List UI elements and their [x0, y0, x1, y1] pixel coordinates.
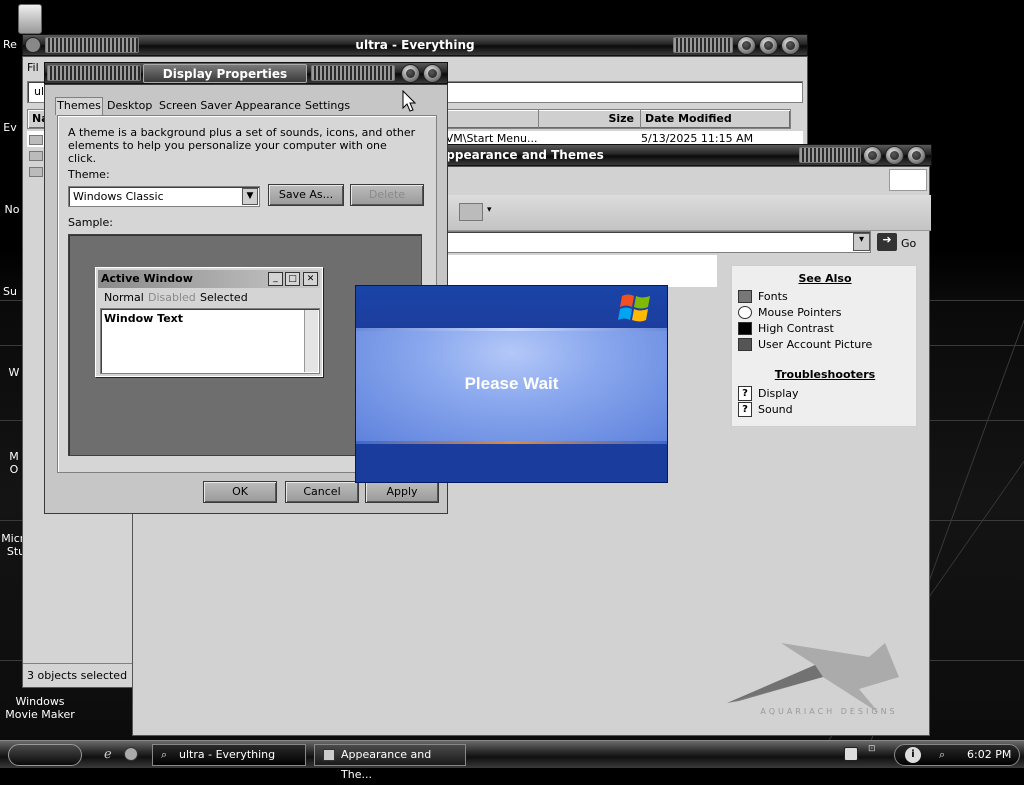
please-wait-dialog: Please Wait [355, 285, 668, 483]
task-appearance[interactable]: Appearance and The... [314, 744, 466, 781]
help-tray-icon[interactable] [844, 747, 858, 761]
sample-label: Sample: [68, 216, 113, 229]
link-user-account-picture[interactable]: User Account Picture [758, 338, 872, 351]
appearance-titlebar[interactable]: Appearance and Themes [380, 144, 932, 166]
tab-themes[interactable]: Themes [55, 97, 103, 115]
help-icon: ? [738, 386, 752, 401]
display-title: Display Properties [162, 66, 288, 81]
col-size[interactable]: Size [538, 110, 638, 128]
grille-decoration [673, 37, 733, 53]
start-button[interactable] [8, 744, 82, 766]
tab-screen-saver[interactable]: Screen Saver [159, 99, 232, 112]
recycle-bin-icon [18, 4, 42, 34]
media-icon[interactable] [124, 747, 138, 761]
tab-appearance[interactable]: Appearance [235, 99, 301, 112]
col-modified[interactable]: Date Modified [640, 110, 790, 128]
mouse-cursor-icon [402, 90, 416, 112]
troubleshooters-title: Troubleshooters [774, 368, 876, 381]
tab-settings[interactable]: Settings [305, 99, 350, 112]
file-icon [29, 151, 43, 161]
theme-select[interactable]: Windows Classic [68, 186, 260, 207]
sidebar: See Also Fonts Mouse Pointers High Contr… [731, 265, 917, 427]
system-tray-clock[interactable]: i ⌕ 6:02 PM [894, 744, 1020, 766]
grille-decoration [45, 37, 139, 53]
everything-titlebar[interactable]: ultra - Everything [22, 34, 808, 56]
go-arrow-icon[interactable]: ➜ [877, 233, 897, 251]
sample-maximize-icon: □ [285, 272, 300, 286]
tab-desktop[interactable]: Desktop [107, 99, 152, 112]
maximize-button[interactable] [759, 36, 778, 55]
ok-button[interactable]: OK [203, 481, 277, 503]
folder-icon [323, 749, 335, 761]
help-button[interactable] [401, 64, 420, 83]
link-mouse-pointers[interactable]: Mouse Pointers [758, 306, 842, 319]
logo-text: AQUARIACH DESIGNS [760, 707, 898, 716]
network-icon[interactable]: ⊡ [868, 745, 880, 763]
desktop-icon-recycle[interactable] [0, 4, 60, 36]
grille-decoration [799, 147, 861, 163]
grille-decoration [311, 65, 395, 81]
please-wait-text: Please Wait [464, 374, 559, 393]
windows-logo-icon [889, 169, 927, 191]
sample-active-window: Active Window _ □ ✕ Normal Disabled Sele… [95, 267, 323, 377]
close-button[interactable] [423, 64, 442, 83]
search-icon [25, 37, 41, 53]
sample-close-icon: ✕ [303, 272, 318, 286]
grille-decoration [47, 65, 141, 81]
taskbar: ℯ ⌕ ultra - Everything Appearance and Th… [0, 740, 1024, 781]
views-dropdown-arrow[interactable]: ▾ [487, 205, 492, 215]
minimize-button[interactable] [737, 36, 756, 55]
cancel-button[interactable]: Cancel [285, 481, 359, 503]
close-button[interactable] [781, 36, 800, 55]
views-icon[interactable] [459, 203, 483, 221]
appearance-title: Appearance and Themes [437, 148, 604, 162]
sample-menu-selected: Selected [200, 291, 248, 304]
link-high-contrast[interactable]: High Contrast [758, 322, 834, 335]
fonts-icon [738, 290, 752, 303]
clock-text: 6:02 PM [967, 748, 1012, 761]
sample-scrollbar [304, 310, 318, 372]
sample-minimize-icon: _ [268, 272, 283, 286]
maximize-button[interactable] [885, 146, 904, 165]
theme-description: A theme is a background plus a set of so… [68, 126, 416, 165]
sample-menu-disabled: Disabled [148, 291, 196, 304]
sample-text-area: Window Text [100, 308, 320, 374]
delete-button: Delete [350, 184, 424, 206]
close-button[interactable] [907, 146, 926, 165]
ie-icon[interactable]: ℯ [104, 747, 120, 763]
please-wait-footer [356, 444, 667, 482]
go-button[interactable]: Go [901, 237, 916, 250]
save-as-button[interactable]: Save As... [268, 184, 344, 206]
task-everything[interactable]: ⌕ ultra - Everything [152, 744, 306, 766]
user-account-icon [738, 338, 752, 351]
status-bar: 3 objects selected [23, 663, 133, 687]
info-icon: i [905, 747, 921, 763]
address-dropdown-button[interactable]: ▾ [853, 233, 870, 251]
search-tray-icon: ⌕ [939, 748, 946, 761]
mouse-icon [738, 306, 752, 319]
high-contrast-icon [738, 322, 752, 335]
file-icon [29, 167, 43, 177]
apply-button[interactable]: Apply [365, 481, 439, 503]
see-also-title: See Also [798, 272, 852, 285]
sample-menu-normal: Normal [104, 291, 144, 304]
display-title-plate: Display Properties [143, 64, 307, 83]
display-properties-titlebar[interactable]: Display Properties [44, 62, 448, 84]
search-icon: ⌕ [161, 748, 168, 761]
chevron-down-icon[interactable]: ▼ [242, 188, 258, 205]
link-sound[interactable]: Sound [758, 403, 793, 416]
file-icon [29, 135, 43, 145]
theme-label: Theme: [68, 168, 110, 181]
everything-title: ultra - Everything [355, 38, 475, 52]
windows-flag-icon [618, 294, 650, 322]
link-display[interactable]: Display [758, 387, 799, 400]
desktop-icon-movie-maker[interactable]: Windows Movie Maker [0, 695, 80, 721]
link-fonts[interactable]: Fonts [758, 290, 788, 303]
minimize-button[interactable] [863, 146, 882, 165]
help-icon: ? [738, 402, 752, 417]
